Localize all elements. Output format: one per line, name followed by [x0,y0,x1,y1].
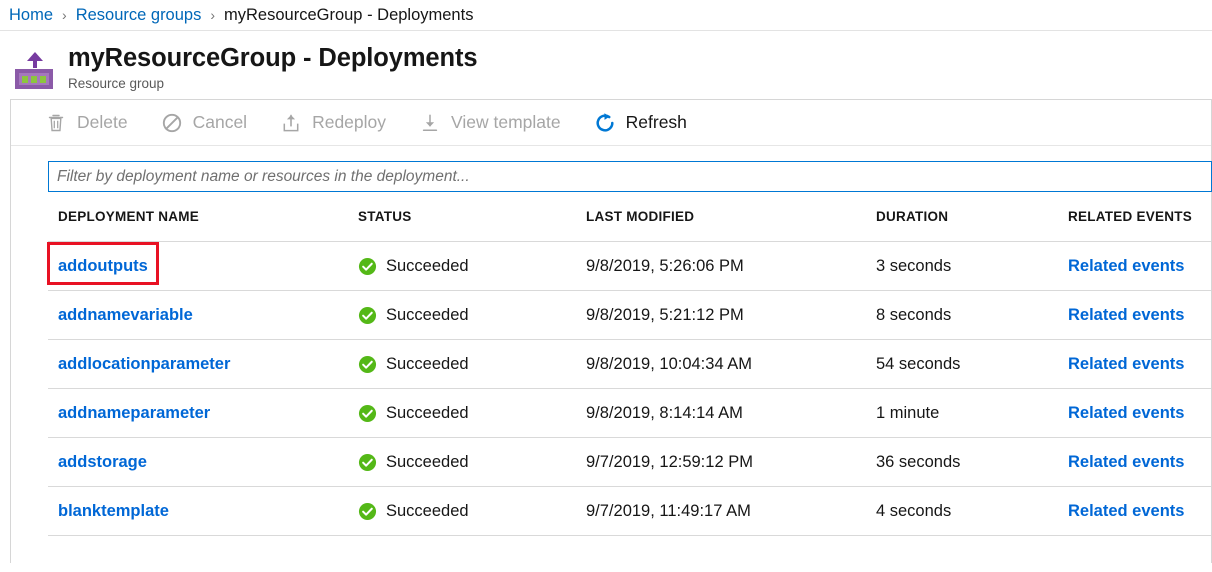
table-row[interactable]: addnamevariable Succeeded 9/8/2019, 5:21… [48,291,1211,340]
cell-status: Succeeded [348,389,576,438]
success-check-icon [358,355,377,374]
deployment-name-link[interactable]: blanktemplate [58,502,169,521]
deployment-name-link[interactable]: addstorage [58,453,147,472]
success-check-icon [358,257,377,276]
cell-last-modified: 9/8/2019, 8:14:14 AM [576,389,866,438]
deployment-name-link[interactable]: addoutputs [58,257,148,276]
cell-last-modified: 9/7/2019, 11:49:17 AM [576,487,866,536]
cell-deployment-name: blanktemplate [48,487,348,536]
cell-related-events: Related events [1058,389,1211,438]
table-header-row: DEPLOYMENT NAME STATUS LAST MODIFIED DUR… [48,209,1211,242]
cell-deployment-name: addoutputs [48,242,348,291]
cell-duration: 36 seconds [866,438,1058,487]
breadcrumb-separator: › [210,7,215,23]
cell-deployment-name: addstorage [48,438,348,487]
command-bar: Delete Cancel Redeploy [11,100,1211,146]
cell-status: Succeeded [348,438,576,487]
redeploy-icon [279,111,303,135]
cell-related-events: Related events [1058,438,1211,487]
cell-duration: 3 seconds [866,242,1058,291]
cell-duration: 8 seconds [866,291,1058,340]
related-events-link[interactable]: Related events [1068,404,1184,422]
cell-duration: 1 minute [866,389,1058,438]
breadcrumb-item-current: myResourceGroup - Deployments [224,7,473,24]
status-label: Succeeded [386,355,469,374]
breadcrumb-item-home[interactable]: Home [9,7,53,24]
related-events-link[interactable]: Related events [1068,502,1184,520]
cancel-icon [160,111,184,135]
refresh-button-label: Refresh [626,112,687,133]
filter-input[interactable] [48,161,1212,192]
table-row[interactable]: addlocationparameter Succeeded 9/8/2019,… [48,340,1211,389]
status-label: Succeeded [386,306,469,325]
related-events-link[interactable]: Related events [1068,453,1184,471]
cell-related-events: Related events [1058,242,1211,291]
refresh-button[interactable]: Refresh [593,100,687,145]
success-check-icon [358,404,377,423]
page-subtitle: Resource group [68,76,477,91]
cell-last-modified: 9/8/2019, 5:21:12 PM [576,291,866,340]
status-label: Succeeded [386,404,469,423]
delete-button[interactable]: Delete [44,100,128,145]
breadcrumb-separator: › [62,7,67,23]
cancel-button[interactable]: Cancel [160,100,247,145]
cell-status: Succeeded [348,291,576,340]
cancel-button-label: Cancel [193,112,247,133]
status-label: Succeeded [386,502,469,521]
table-row[interactable]: blanktemplate Succeeded 9/7/2019, 11:49:… [48,487,1211,536]
deployments-panel: Delete Cancel Redeploy [10,99,1212,563]
download-icon [418,111,442,135]
cell-last-modified: 9/8/2019, 5:26:06 PM [576,242,866,291]
status-label: Succeeded [386,257,469,276]
related-events-link[interactable]: Related events [1068,355,1184,373]
table-row[interactable]: addoutputs Succeeded 9/8/2019, 5:26:06 P… [48,242,1211,291]
breadcrumb: Home › Resource groups › myResourceGroup… [0,0,1212,31]
success-check-icon [358,306,377,325]
trash-icon [44,111,68,135]
cell-deployment-name: addnamevariable [48,291,348,340]
cell-deployment-name: addlocationparameter [48,340,348,389]
cell-status: Succeeded [348,242,576,291]
filter-area [11,146,1211,192]
redeploy-button-label: Redeploy [312,112,386,133]
cell-deployment-name: addnameparameter [48,389,348,438]
deployment-name-link[interactable]: addlocationparameter [58,355,230,374]
cell-related-events: Related events [1058,340,1211,389]
cell-duration: 4 seconds [866,487,1058,536]
cell-related-events: Related events [1058,487,1211,536]
cell-last-modified: 9/7/2019, 12:59:12 PM [576,438,866,487]
column-header-related-events: RELATED EVENTS [1058,209,1211,242]
success-check-icon [358,502,377,521]
view-template-button[interactable]: View template [418,100,561,145]
deployment-name-link[interactable]: addnameparameter [58,404,210,423]
cell-duration: 54 seconds [866,340,1058,389]
refresh-icon [593,111,617,135]
column-header-status: STATUS [348,209,576,242]
column-header-last-modified: LAST MODIFIED [576,209,866,242]
cell-last-modified: 9/8/2019, 10:04:34 AM [576,340,866,389]
column-header-deployment-name: DEPLOYMENT NAME [48,209,348,242]
deployments-table: DEPLOYMENT NAME STATUS LAST MODIFIED DUR… [48,209,1211,536]
table-row[interactable]: addnameparameter Succeeded 9/8/2019, 8:1… [48,389,1211,438]
page-title: myResourceGroup - Deployments [68,43,477,73]
deployment-name-link[interactable]: addnamevariable [58,306,193,325]
resource-group-icon [14,52,54,92]
cell-status: Succeeded [348,487,576,536]
view-template-button-label: View template [451,112,561,133]
status-label: Succeeded [386,453,469,472]
delete-button-label: Delete [77,112,128,133]
cell-status: Succeeded [348,340,576,389]
related-events-link[interactable]: Related events [1068,257,1184,275]
page-header: myResourceGroup - Deployments Resource g… [0,31,1212,99]
breadcrumb-item-resource-groups[interactable]: Resource groups [76,7,202,24]
success-check-icon [358,453,377,472]
table-body: addoutputs Succeeded 9/8/2019, 5:26:06 P… [48,242,1211,536]
table-row[interactable]: addstorage Succeeded 9/7/2019, 12:59:12 … [48,438,1211,487]
redeploy-button[interactable]: Redeploy [279,100,386,145]
related-events-link[interactable]: Related events [1068,306,1184,324]
column-header-duration: DURATION [866,209,1058,242]
cell-related-events: Related events [1058,291,1211,340]
